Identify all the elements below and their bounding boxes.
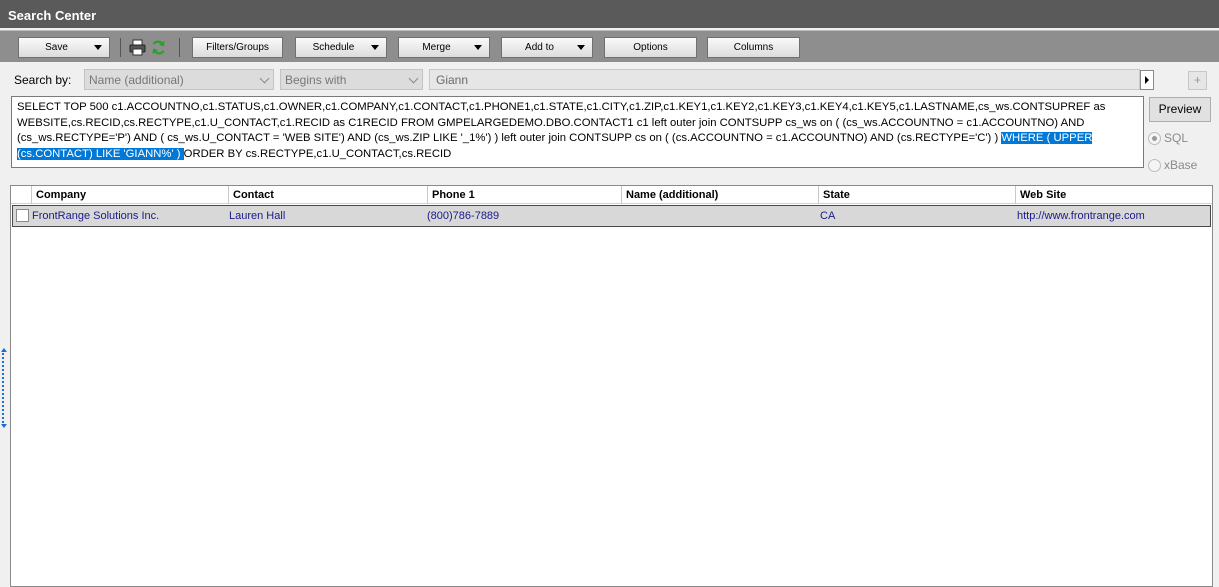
add-condition-button[interactable]: + bbox=[1188, 71, 1207, 90]
more-button[interactable] bbox=[1140, 70, 1154, 90]
merge-label: Merge bbox=[422, 42, 451, 53]
refresh-icon[interactable] bbox=[150, 39, 167, 56]
results-grid[interactable]: Company Contact Phone 1 Name (additional… bbox=[10, 185, 1213, 587]
toolbar-separator bbox=[179, 38, 180, 57]
add-to-button[interactable]: Add to bbox=[501, 37, 593, 58]
chevron-down-icon[interactable] bbox=[371, 45, 379, 50]
schedule-label: Schedule bbox=[312, 42, 355, 53]
filters-groups-button[interactable]: Filters/Groups bbox=[192, 37, 283, 58]
table-row[interactable]: FrontRange Solutions Inc. Lauren Hall (8… bbox=[12, 205, 1211, 227]
radio-unselected-icon bbox=[1148, 159, 1161, 172]
save-button[interactable]: Save bbox=[18, 37, 110, 58]
add-to-label: Add to bbox=[525, 42, 554, 53]
merge-button[interactable]: Merge bbox=[398, 37, 490, 58]
toolbar: Save Filters/Groups Schedule Merge Add t… bbox=[0, 30, 1219, 62]
column-header-website[interactable]: Web Site bbox=[1015, 186, 1212, 204]
save-button-label: Save bbox=[45, 42, 68, 53]
options-button[interactable]: Options bbox=[604, 37, 697, 58]
column-header-state[interactable]: State bbox=[818, 186, 1015, 204]
radio-selected-icon bbox=[1148, 132, 1161, 145]
sql-query-textarea[interactable]: SELECT TOP 500 c1.ACCOUNTNO,c1.STATUS,c1… bbox=[11, 96, 1144, 168]
search-field-value: Name (additional) bbox=[89, 73, 184, 87]
print-icon[interactable] bbox=[129, 39, 146, 56]
search-by-label: Search by: bbox=[14, 73, 72, 87]
column-header-company[interactable]: Company bbox=[31, 186, 228, 204]
xbase-mode-radio[interactable]: xBase bbox=[1148, 158, 1218, 174]
chevron-down-icon[interactable] bbox=[474, 45, 482, 50]
cell-state: CA bbox=[820, 210, 836, 222]
column-header-name-additional[interactable]: Name (additional) bbox=[621, 186, 818, 204]
grid-header: Company Contact Phone 1 Name (additional… bbox=[11, 186, 1212, 204]
columns-button[interactable]: Columns bbox=[707, 37, 800, 58]
cell-contact: Lauren Hall bbox=[229, 210, 286, 222]
splitter-handle[interactable] bbox=[1, 348, 7, 428]
columns-label: Columns bbox=[733, 42, 774, 53]
toolbar-separator bbox=[120, 38, 121, 57]
column-header-phone[interactable]: Phone 1 bbox=[427, 186, 621, 204]
column-header-contact[interactable]: Contact bbox=[228, 186, 427, 204]
search-field-select[interactable]: Name (additional) bbox=[84, 69, 274, 90]
xbase-mode-label: xBase bbox=[1164, 158, 1198, 172]
search-operator-value: Begins with bbox=[285, 73, 347, 87]
sql-mode-radio[interactable]: SQL bbox=[1148, 131, 1218, 147]
filters-groups-label: Filters/Groups bbox=[206, 42, 269, 53]
sql-mode-label: SQL bbox=[1164, 131, 1189, 145]
schedule-button[interactable]: Schedule bbox=[295, 37, 387, 58]
chevron-down-icon[interactable] bbox=[408, 73, 419, 84]
options-label: Options bbox=[633, 42, 668, 53]
chevron-down-icon[interactable] bbox=[577, 45, 585, 50]
sql-text: SELECT TOP 500 c1.ACCOUNTNO,c1.STATUS,c1… bbox=[17, 101, 1106, 144]
play-arrow-icon bbox=[1145, 76, 1149, 84]
chevron-down-icon[interactable] bbox=[94, 45, 102, 50]
search-value-input[interactable]: Giann bbox=[429, 69, 1140, 90]
cell-company: FrontRange Solutions Inc. bbox=[32, 210, 160, 222]
cell-website: http://www.frontrange.com bbox=[1017, 210, 1145, 222]
search-operator-select[interactable]: Begins with bbox=[280, 69, 423, 90]
row-checkbox[interactable] bbox=[16, 209, 29, 222]
preview-button[interactable]: Preview bbox=[1149, 97, 1211, 122]
chevron-down-icon[interactable] bbox=[259, 73, 270, 84]
cell-phone: (800)786-7889 bbox=[427, 210, 500, 222]
window-title: Search Center bbox=[0, 0, 1219, 28]
sql-text-end: ORDER BY cs.RECTYPE,c1.U_CONTACT,cs.RECI… bbox=[183, 147, 452, 160]
